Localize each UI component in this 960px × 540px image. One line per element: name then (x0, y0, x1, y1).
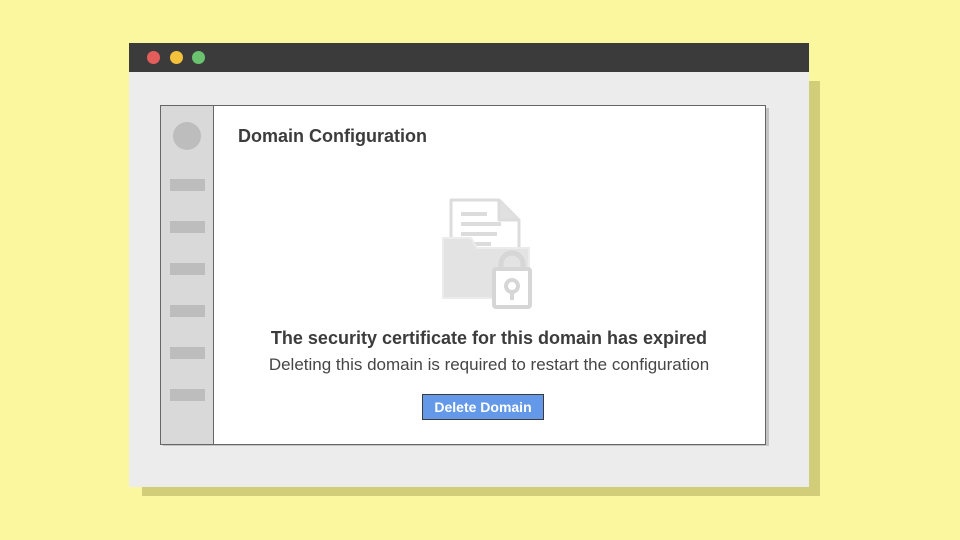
locked-document-folder-icon (439, 198, 535, 312)
close-window-button[interactable] (147, 51, 160, 64)
sidebar-item-3[interactable] (170, 263, 205, 275)
page-title: Domain Configuration (238, 126, 427, 146)
sidebar-item-4[interactable] (170, 305, 205, 317)
sidebar-item-1[interactable] (170, 179, 205, 191)
delete-domain-button[interactable]: Delete Domain (422, 394, 544, 420)
avatar[interactable] (173, 122, 201, 150)
error-headline: The security certificate for this domain… (270, 328, 708, 348)
window-titlebar (129, 43, 809, 72)
maximize-window-button[interactable] (192, 51, 205, 64)
app-panel: Domain Configuration The security certif… (160, 105, 766, 445)
sidebar-item-2[interactable] (170, 221, 205, 233)
sidebar (161, 106, 214, 444)
minimize-window-button[interactable] (170, 51, 183, 64)
sidebar-item-6[interactable] (170, 389, 205, 401)
browser-window: Domain Configuration The security certif… (129, 43, 809, 487)
sidebar-item-5[interactable] (170, 347, 205, 359)
error-message: Deleting this domain is required to rest… (268, 355, 710, 374)
